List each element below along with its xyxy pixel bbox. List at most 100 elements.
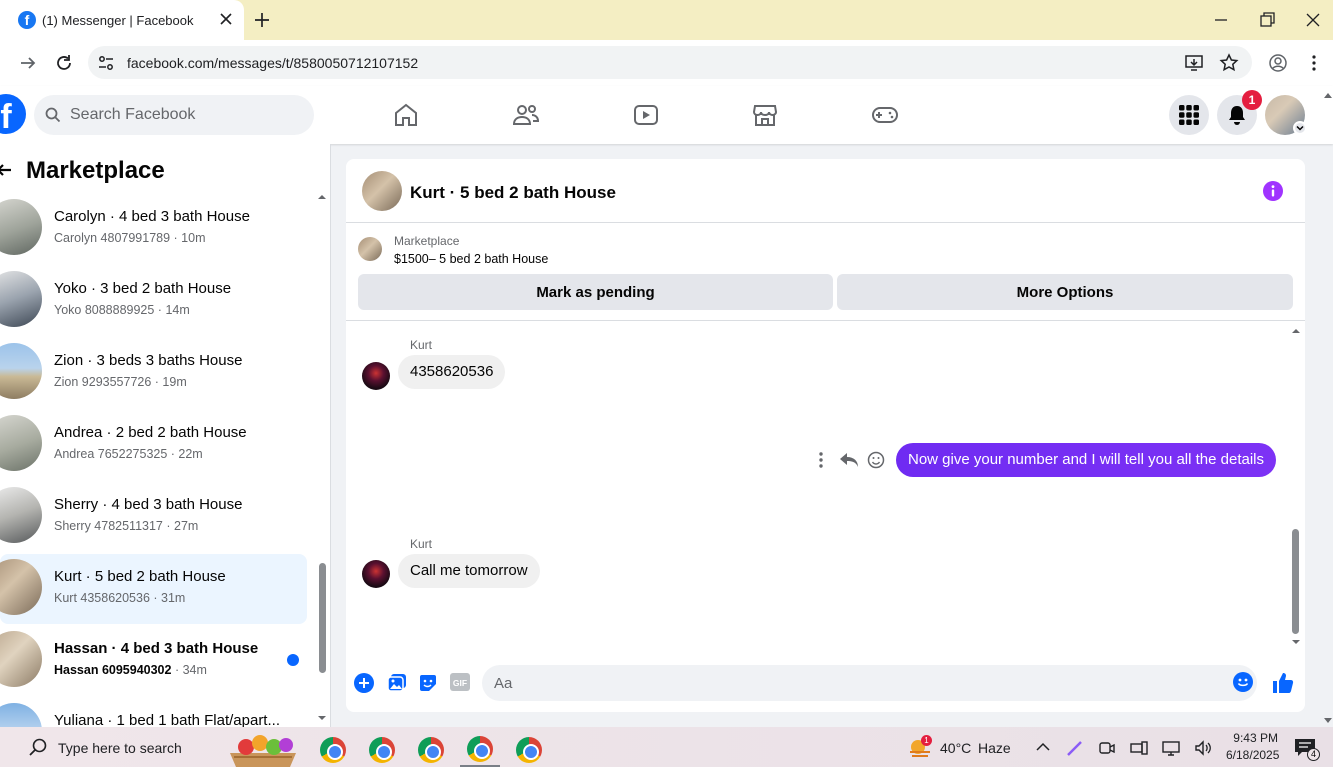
install-app-icon[interactable] <box>1184 53 1204 73</box>
home-icon <box>395 103 417 126</box>
weather-widget[interactable]: 1 40°C Haze <box>908 735 1011 760</box>
chevron-up-icon[interactable] <box>1035 739 1051 755</box>
incoming-message[interactable]: 4358620536 <box>398 355 506 389</box>
conversation-subtitle: Zion 9293557726 · 19m <box>54 375 187 389</box>
reload-icon[interactable] <box>54 53 74 73</box>
close-window-icon[interactable] <box>1303 10 1323 30</box>
profile-icon[interactable] <box>1268 53 1288 73</box>
message-time: · 34m <box>171 663 207 677</box>
account-chevron[interactable] <box>1293 121 1307 135</box>
chat-listing-avatar[interactable] <box>362 171 402 211</box>
browser-tab-strip: f (1) Messenger | Facebook <box>0 0 1333 40</box>
photo-icon[interactable] <box>387 673 407 693</box>
browser-menu-icon[interactable] <box>1304 53 1324 73</box>
forward-icon[interactable] <box>18 53 38 73</box>
chat-title[interactable]: Kurt · 5 bed 2 bath House <box>410 183 616 203</box>
more-options-button[interactable]: More Options <box>837 274 1293 310</box>
contact-avatar[interactable] <box>362 560 390 588</box>
nav-video[interactable] <box>626 99 666 131</box>
message-composer: GIF <box>346 663 1305 707</box>
taskbar-chrome-app[interactable] <box>411 733 451 767</box>
listing-label: Marketplace <box>394 234 460 248</box>
page-scrollbar[interactable] <box>1322 90 1333 727</box>
message-input[interactable] <box>494 665 1214 701</box>
info-icon[interactable] <box>1263 181 1283 201</box>
unread-indicator <box>287 654 299 666</box>
facebook-logo[interactable]: f <box>0 94 26 134</box>
chrome-icon <box>467 736 493 762</box>
more-actions-icon[interactable] <box>817 450 825 470</box>
sticker-icon[interactable] <box>418 673 438 693</box>
listing-thumbnail <box>0 559 42 615</box>
taskbar-chrome-app[interactable] <box>362 733 402 767</box>
reply-icon[interactable] <box>839 451 859 469</box>
message-input-box[interactable] <box>482 665 1257 701</box>
pen-icon[interactable] <box>1066 739 1084 757</box>
site-info-icon[interactable] <box>97 54 115 72</box>
nav-home[interactable] <box>386 99 426 131</box>
new-tab-icon[interactable] <box>252 10 272 30</box>
chat-scroll-thumb[interactable] <box>1292 529 1299 634</box>
browser-tab[interactable]: f (1) Messenger | Facebook <box>0 0 244 40</box>
taskbar-chrome-app[interactable] <box>313 733 353 767</box>
back-arrow-icon[interactable] <box>0 162 12 178</box>
tab-title: (1) Messenger | Facebook <box>42 13 194 28</box>
conversation-item[interactable]: Zion · 3 beds 3 baths House Zion 9293557… <box>0 338 307 408</box>
conversation-subtitle: Carolyn 4807991789 · 10m <box>54 231 206 245</box>
conversation-item[interactable]: Yuliana · 1 bed 1 bath Flat/apart... <box>0 698 307 727</box>
plus-circle-icon[interactable] <box>354 673 374 693</box>
fruit-basket-icon <box>230 735 296 767</box>
emoji-icon[interactable] <box>1233 672 1253 692</box>
conversation-item[interactable]: Sherry · 4 bed 3 bath House Sherry 47825… <box>0 482 307 552</box>
browser-toolbar: facebook.com/messages/t/8580050712107152 <box>0 40 1333 86</box>
conversation-title: Andrea · 2 bed 2 bath House <box>54 424 247 441</box>
restore-icon[interactable] <box>1257 10 1277 30</box>
notification-badge: 1 <box>1242 90 1262 110</box>
account-avatar[interactable] <box>1265 95 1307 135</box>
nav-marketplace[interactable] <box>745 99 785 131</box>
bookmark-star-icon[interactable] <box>1219 53 1239 73</box>
nav-friends[interactable] <box>506 99 546 131</box>
sidebar-scroll-thumb[interactable] <box>319 563 326 673</box>
conversation-item[interactable]: Andrea · 2 bed 2 bath House Andrea 76522… <box>0 410 307 480</box>
conversation-title: Yuliana · 1 bed 1 bath Flat/apart... <box>54 712 280 727</box>
listing-thumbnail <box>0 487 42 543</box>
react-emoji-icon[interactable] <box>867 451 885 469</box>
conversation-item-selected[interactable]: Kurt · 5 bed 2 bath House Kurt 435862053… <box>0 554 307 624</box>
minimize-icon[interactable] <box>1211 10 1231 30</box>
devices-icon[interactable] <box>1130 739 1148 757</box>
taskbar: Type here to search 1 40°C Haze 9:43 PM … <box>0 727 1333 767</box>
taskbar-chrome-app-active[interactable] <box>460 733 500 767</box>
menu-button[interactable] <box>1169 95 1209 135</box>
system-clock[interactable]: 9:43 PM 6/18/2025 <box>1226 731 1280 762</box>
nav-gaming[interactable] <box>865 99 905 131</box>
conversation-item[interactable]: Yoko · 3 bed 2 bath House Yoko 808888992… <box>0 266 307 336</box>
chrome-icon <box>418 737 444 763</box>
listing-thumbnail <box>358 237 382 261</box>
facebook-search[interactable] <box>34 95 314 135</box>
conversation-item[interactable]: Carolyn · 4 bed 3 bath House Carolyn 480… <box>0 194 307 264</box>
network-icon[interactable] <box>1162 739 1180 757</box>
thumbs-up-icon[interactable] <box>1272 672 1294 694</box>
incoming-message[interactable]: Call me tomorrow <box>398 554 540 588</box>
outgoing-message[interactable]: Now give your number and I will tell you… <box>896 443 1277 477</box>
conversation-item[interactable]: Hassan · 4 bed 3 bath House Hassan 60959… <box>0 626 307 696</box>
address-bar[interactable]: facebook.com/messages/t/8580050712107152 <box>88 46 1252 79</box>
search-input[interactable] <box>70 95 300 135</box>
gif-icon[interactable]: GIF <box>450 673 470 691</box>
close-tab-icon[interactable] <box>218 11 234 27</box>
clock-date: 6/18/2025 <box>1226 748 1280 762</box>
conversation-subtitle: Hassan 6095940302 · 34m <box>54 663 207 677</box>
taskbar-chrome-app[interactable] <box>509 733 549 767</box>
volume-icon[interactable] <box>1194 739 1212 757</box>
mark-as-pending-button[interactable]: Mark as pending <box>358 274 833 310</box>
listing-thumbnail <box>0 631 42 687</box>
listing-thumbnail <box>0 271 42 327</box>
gif-label: GIF <box>453 678 467 688</box>
clock-time: 9:43 PM <box>1233 731 1278 745</box>
chat-panel: Kurt · 5 bed 2 bath House Marketplace $1… <box>346 159 1305 712</box>
conversation-title: Yoko · 3 bed 2 bath House <box>54 280 232 297</box>
meet-now-icon[interactable] <box>1098 739 1116 757</box>
listing-thumbnail <box>0 415 42 471</box>
contact-avatar[interactable] <box>362 362 390 390</box>
